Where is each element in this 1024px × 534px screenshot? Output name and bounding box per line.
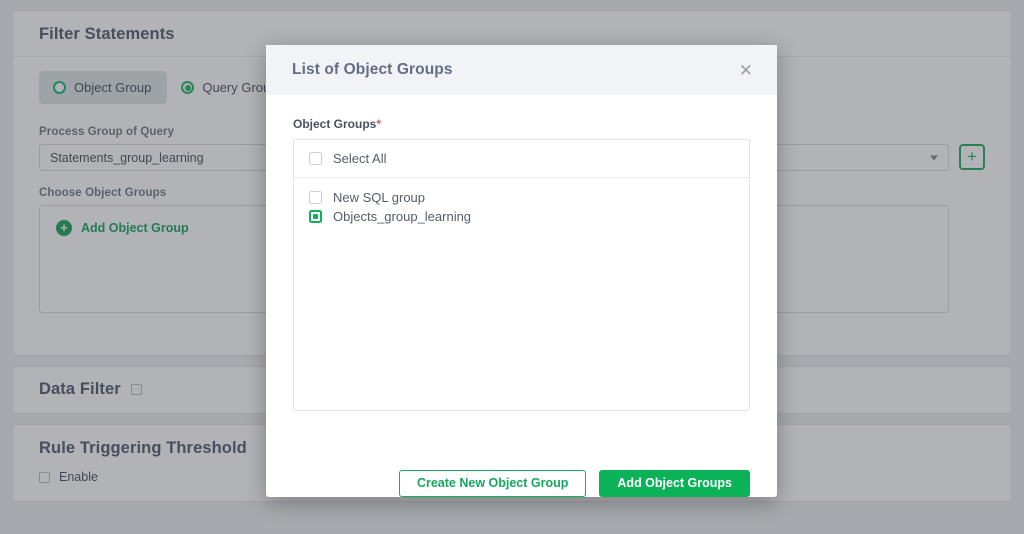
- object-group-items: New SQL group Objects_group_learning: [294, 178, 749, 226]
- object-groups-list: Select All New SQL group Objects_group_l…: [293, 139, 750, 411]
- add-object-groups-button[interactable]: Add Object Groups: [599, 470, 750, 497]
- object-groups-field-label-text: Object Groups: [293, 117, 377, 131]
- object-groups-field-label: Object Groups*: [293, 117, 750, 131]
- select-all-row[interactable]: Select All: [294, 140, 749, 178]
- list-item[interactable]: Objects_group_learning: [309, 207, 734, 226]
- object-groups-modal: List of Object Groups ✕ Object Groups* S…: [266, 45, 777, 497]
- modal-title: List of Object Groups: [292, 61, 453, 78]
- modal-header: List of Object Groups ✕: [266, 45, 777, 95]
- required-marker: *: [376, 117, 382, 131]
- list-item[interactable]: New SQL group: [309, 188, 734, 207]
- item-label: New SQL group: [333, 190, 426, 205]
- modal-actions: Create New Object Group Add Object Group…: [266, 454, 777, 497]
- item-label: Objects_group_learning: [333, 209, 472, 224]
- select-all-checkbox[interactable]: [309, 152, 322, 165]
- close-icon[interactable]: ✕: [737, 58, 755, 83]
- item-checkbox[interactable]: [309, 191, 322, 204]
- create-new-object-group-button[interactable]: Create New Object Group: [398, 470, 587, 497]
- item-checkbox-selected[interactable]: [309, 210, 322, 223]
- select-all-label: Select All: [333, 151, 387, 166]
- modal-body: Object Groups* Select All New SQL group …: [266, 95, 777, 454]
